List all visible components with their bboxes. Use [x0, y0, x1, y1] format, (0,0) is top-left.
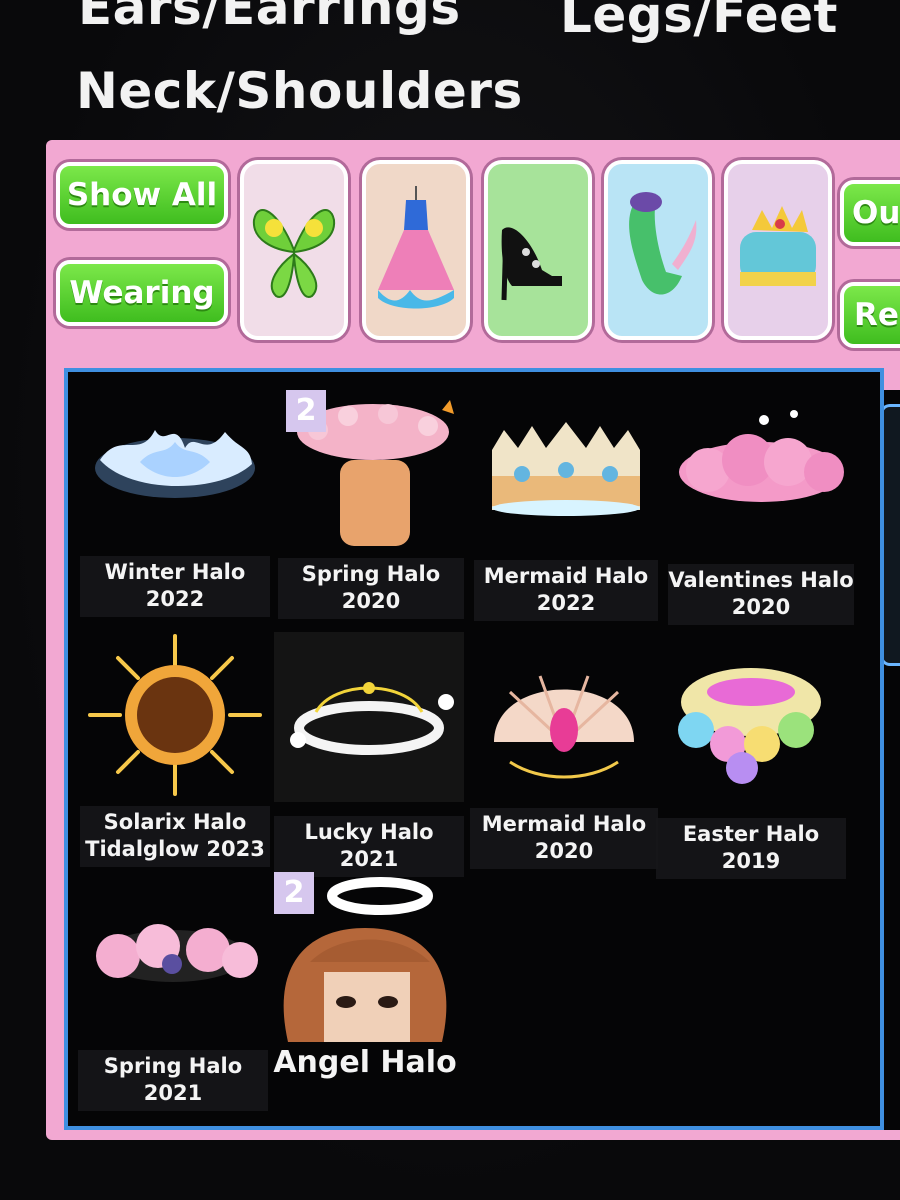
item-count-badge: 2	[286, 390, 326, 432]
item-count-badge: 2	[274, 872, 314, 914]
item-label: Solarix Halo Tidalglow 2023	[80, 806, 270, 867]
filter-tile-tails[interactable]	[604, 160, 712, 340]
item-label-name: Easter Halo 2019	[682, 822, 820, 873]
heels-icon	[501, 227, 562, 301]
wings-icon	[252, 209, 336, 298]
item-label: Spring Halo 2021	[78, 1050, 268, 1111]
item-label-year: 2020	[731, 595, 791, 619]
item-label: Valentines Halo 2020	[668, 564, 854, 625]
item-label: Winter Halo 2022	[80, 556, 270, 617]
solarix-halo-icon	[88, 634, 262, 796]
item-label-name: Mermaid Halo	[483, 564, 649, 588]
item-card[interactable]: Mermaid Halo 2022	[474, 390, 658, 621]
item-label-name: Valentines Halo	[668, 568, 854, 592]
item-label-name: Angel Halo	[273, 1045, 457, 1080]
valentines-halo-icon	[679, 410, 844, 502]
item-card[interactable]: Solarix Halo Tidalglow 2023	[80, 630, 270, 870]
item-label-name: Lucky Halo 2021	[304, 820, 434, 871]
item-card[interactable]: Winter Halo 2022	[80, 390, 270, 620]
item-label: Lucky Halo 2021	[274, 816, 464, 877]
item-card[interactable]: Mermaid Halo 2020	[470, 632, 658, 872]
dress-icon	[378, 186, 454, 309]
item-card[interactable]: Valentines Halo 2020	[668, 390, 854, 625]
category-neck-shoulders[interactable]: Neck/Shoulders	[76, 62, 523, 120]
item-label-year: 2020	[534, 839, 594, 863]
category-ears-earrings[interactable]: Ears/Earrings	[78, 0, 461, 36]
spring-halo-2021-icon	[96, 924, 258, 982]
item-card[interactable]: Lucky Halo 2021	[274, 632, 464, 877]
filter-tile-hair[interactable]	[724, 160, 832, 340]
easter-halo-icon	[678, 668, 821, 784]
item-card[interactable]: Spring Halo 2021	[78, 890, 268, 1111]
wearing-button[interactable]: Wearing	[56, 260, 228, 326]
item-label: Angel Halo	[270, 1046, 460, 1080]
item-label-name: Winter Halo	[104, 560, 246, 584]
item-label-name: Solarix Halo	[103, 810, 247, 834]
filter-tile-wings[interactable]	[240, 160, 348, 340]
outfits-button[interactable]: Ou	[840, 180, 900, 246]
item-label-name: Mermaid Halo	[481, 812, 647, 836]
item-card[interactable]: 2 Spring Halo 2020	[278, 390, 464, 620]
item-card[interactable]: Easter Halo 2019	[656, 632, 846, 879]
show-all-button[interactable]: Show All	[56, 162, 228, 228]
crown-hair-icon	[740, 206, 816, 286]
item-label: Mermaid Halo 2020	[470, 808, 658, 869]
item-label-year: 2020	[341, 589, 401, 613]
item-label-year: 2022	[536, 591, 596, 615]
filter-tile-dresses[interactable]	[362, 160, 470, 340]
item-label-name: Spring Halo 2021	[103, 1054, 243, 1105]
item-label: Spring Halo 2020	[278, 558, 464, 619]
item-label: Easter Halo 2019	[656, 818, 846, 879]
item-label-name: Spring Halo	[301, 562, 441, 586]
lucky-halo-icon	[274, 632, 464, 802]
reset-button[interactable]: Re	[840, 282, 900, 348]
item-label: Mermaid Halo 2022	[474, 560, 658, 621]
item-label-year: Tidalglow 2023	[85, 837, 265, 861]
mermaid-tail-icon	[629, 192, 697, 295]
winter-halo-icon	[95, 430, 255, 498]
filter-tile-shoes[interactable]	[484, 160, 592, 340]
category-legs-feet[interactable]: Legs/Feet	[560, 0, 838, 44]
mermaid-halo-2020-icon	[494, 675, 634, 779]
item-card[interactable]: 2 Angel Halo	[270, 872, 460, 1092]
item-label-year: 2022	[145, 587, 205, 611]
mermaid-halo-2022-icon	[492, 422, 640, 516]
